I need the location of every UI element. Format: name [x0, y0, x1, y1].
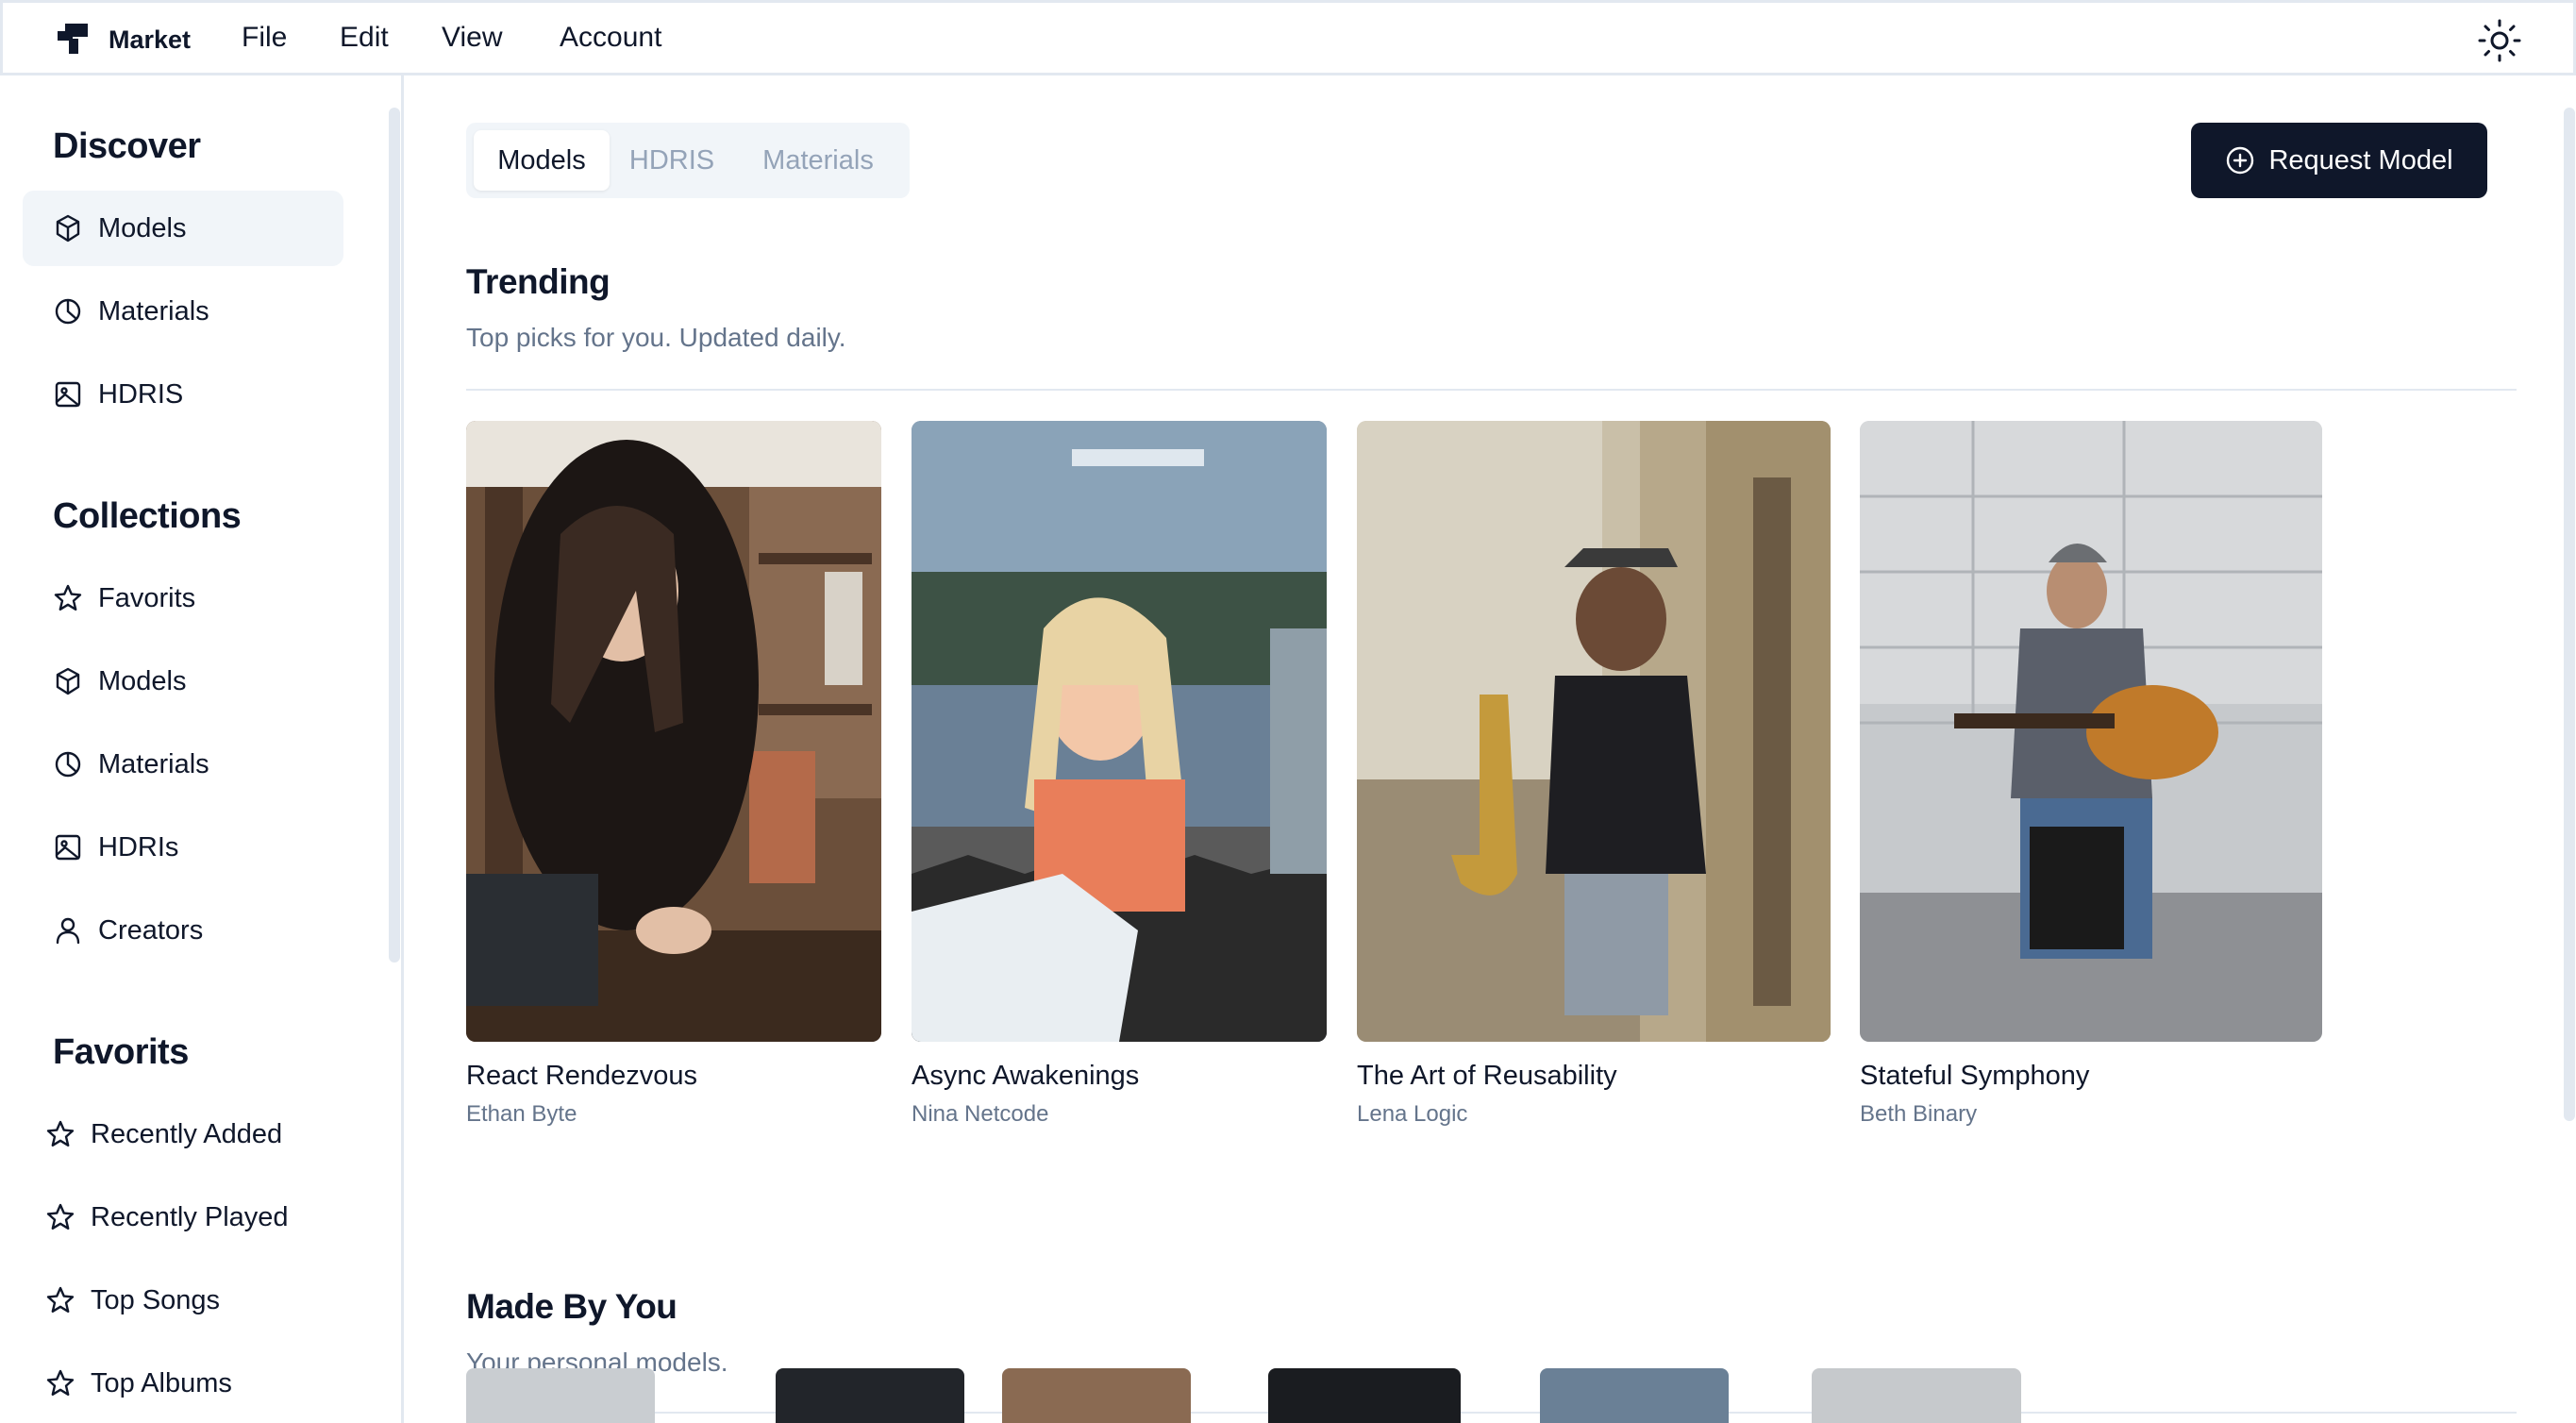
personal-model-thumbnail[interactable] — [1002, 1368, 1191, 1423]
cube-icon — [56, 214, 80, 243]
brand-name: Market — [109, 25, 192, 54]
sidebar-item-label: Favorits — [98, 582, 196, 613]
pie-icon — [55, 751, 81, 778]
sidebar-item-label: Materials — [98, 748, 209, 779]
sidebar-item-favorits[interactable]: Favorits — [23, 561, 343, 636]
personal-model-thumbnail[interactable] — [466, 1368, 655, 1423]
divider — [466, 389, 2517, 391]
model-title: Stateful Symphony — [1860, 1061, 2090, 1091]
menu-account[interactable]: Account — [560, 22, 661, 54]
model-title: The Art of Reusability — [1357, 1061, 1617, 1091]
section-title-collections: Collections — [53, 496, 242, 536]
star-icon — [46, 1369, 75, 1396]
section-title-trending: Trending — [466, 262, 611, 301]
pie-icon — [55, 298, 81, 325]
sidebar-item-materials[interactable]: Materials — [23, 274, 343, 349]
star-icon — [46, 1286, 75, 1313]
tab-materials[interactable]: Materials — [734, 130, 902, 191]
menu-edit[interactable]: Edit — [340, 22, 389, 54]
sidebar-item-recently-played[interactable]: Recently Played — [23, 1180, 343, 1255]
sidebar-item-label: Recently Played — [91, 1201, 289, 1232]
model-author: Nina Netcode — [912, 1101, 1049, 1127]
plus-circle-icon — [2227, 146, 2254, 175]
menu-view[interactable]: View — [442, 22, 502, 54]
sidebar-item-creators[interactable]: Creators — [23, 893, 343, 968]
personal-model-thumbnail[interactable] — [1812, 1368, 2021, 1423]
model-title: Async Awakenings — [912, 1061, 1140, 1091]
tab-hdris[interactable]: HDRIS — [610, 130, 734, 191]
sidebar-item-top-songs[interactable]: Top Songs — [23, 1263, 343, 1338]
star-icon — [46, 1203, 75, 1230]
star-icon — [54, 584, 82, 611]
personal-model-thumbnail[interactable] — [1268, 1368, 1461, 1423]
menu-file[interactable]: File — [242, 22, 287, 54]
main-scrollbar[interactable] — [2564, 108, 2575, 1121]
section-title-favorits: Favorits — [53, 1032, 189, 1072]
model-author: Beth Binary — [1860, 1101, 1978, 1127]
personal-model-thumbnail[interactable] — [1540, 1368, 1729, 1423]
main-content: Models HDRIS Materials Request Model Tre… — [407, 75, 2576, 1423]
sidebar: Discover Models Materials HDRIS Collecti… — [0, 75, 404, 1423]
request-model-button[interactable]: Request Model — [2191, 123, 2487, 198]
divider — [466, 1412, 2517, 1414]
section-title-discover: Discover — [53, 126, 201, 166]
sidebar-item-label: Recently Added — [91, 1118, 283, 1149]
user-icon — [56, 917, 80, 945]
model-thumbnail[interactable] — [1860, 421, 2322, 1042]
sidebar-scrollbar[interactable] — [389, 108, 400, 963]
sidebar-item-label: Top Albums — [91, 1367, 232, 1398]
sidebar-item-label: HDRIS — [98, 378, 184, 410]
personal-model-thumbnail[interactable] — [776, 1368, 964, 1423]
request-model-label: Request Model — [2268, 144, 2453, 176]
menubar: Market File Edit View Account — [0, 0, 2576, 75]
sidebar-item-models[interactable]: Models — [23, 191, 343, 266]
sidebar-item-top-albums[interactable]: Top Albums — [23, 1346, 343, 1421]
model-card[interactable]: The Art of Reusability Lena Logic — [1357, 421, 1831, 1128]
model-title: React Rendezvous — [466, 1061, 698, 1091]
image-icon — [55, 381, 81, 408]
model-card[interactable]: Stateful Symphony Beth Binary — [1860, 421, 2322, 1128]
sidebar-item-label: Models — [98, 665, 187, 696]
sidebar-item-label: HDRIs — [98, 831, 179, 862]
tab-models[interactable]: Models — [474, 130, 610, 191]
sidebar-item-label: Models — [98, 212, 187, 243]
section-title-made-by-you: Made By You — [466, 1287, 677, 1326]
model-thumbnail[interactable] — [912, 421, 1327, 1042]
model-card[interactable]: React Rendezvous Ethan Byte — [466, 421, 881, 1128]
sidebar-item-recently-added[interactable]: Recently Added — [23, 1097, 343, 1172]
image-icon — [55, 834, 81, 861]
star-icon — [46, 1120, 75, 1147]
sidebar-item-label: Materials — [98, 295, 209, 326]
model-thumbnail[interactable] — [1357, 421, 1831, 1042]
sidebar-item-collection-models[interactable]: Models — [23, 644, 343, 719]
sidebar-item-label: Top Songs — [91, 1284, 221, 1315]
market-logo-icon — [58, 24, 88, 54]
sun-icon[interactable] — [2477, 18, 2522, 63]
sidebar-item-collection-hdris[interactable]: HDRIs — [23, 810, 343, 885]
section-subtitle-trending: Top picks for you. Updated daily. — [466, 323, 846, 352]
sidebar-item-collection-materials[interactable]: Materials — [23, 727, 343, 802]
model-author: Lena Logic — [1357, 1101, 1468, 1127]
cube-icon — [56, 667, 80, 695]
model-author: Ethan Byte — [466, 1101, 577, 1127]
sidebar-item-label: Creators — [98, 914, 204, 946]
tab-list: Models HDRIS Materials — [466, 123, 910, 198]
model-card[interactable]: Async Awakenings Nina Netcode — [912, 421, 1327, 1128]
sidebar-item-hdris[interactable]: HDRIS — [23, 357, 343, 432]
model-thumbnail[interactable] — [466, 421, 881, 1042]
